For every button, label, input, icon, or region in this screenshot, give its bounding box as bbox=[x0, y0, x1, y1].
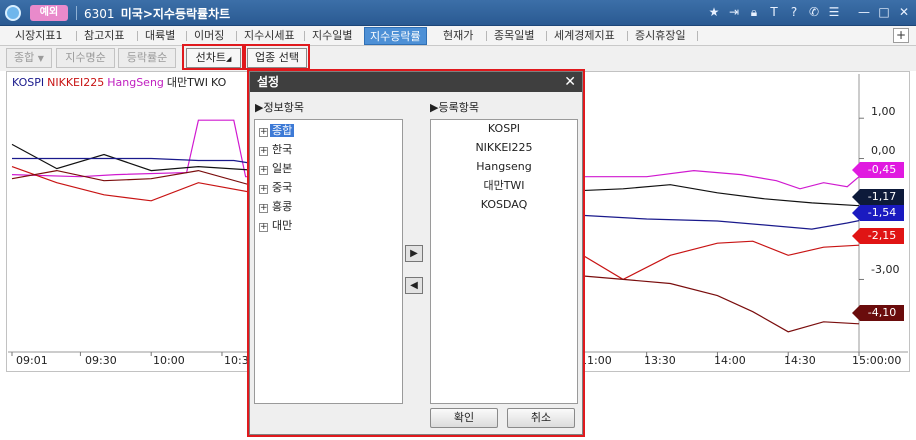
x-tick-label: 10:3 bbox=[224, 354, 249, 367]
expand-icon[interactable]: + bbox=[259, 204, 268, 213]
tree-item-korea[interactable]: + 한국 bbox=[259, 141, 294, 158]
last-value-tag-nikkei: -2,15 bbox=[852, 228, 904, 244]
x-tick-label: 15:00:00 bbox=[852, 354, 902, 367]
dialog-title: 설정 ✕ bbox=[250, 72, 582, 92]
legend-taiwan: 대만TWI bbox=[166, 76, 208, 89]
remove-item-button[interactable]: ◀ bbox=[405, 277, 423, 294]
tree-item-label: 홍콩 bbox=[272, 200, 293, 213]
last-value-tag-hangseng: -0,45 bbox=[852, 162, 904, 178]
expand-icon[interactable]: + bbox=[259, 128, 268, 137]
add-item-button[interactable]: ▶ bbox=[405, 245, 423, 262]
x-tick-label: 10:00 bbox=[153, 354, 185, 367]
registered-item[interactable]: 대만TWI bbox=[431, 177, 577, 194]
legend-nikkei225: NIKKEI225 bbox=[47, 76, 105, 89]
expand-icon[interactable]: + bbox=[259, 147, 268, 156]
settings-dialog: 설정 ✕ ▶정보항목 ▶등록항목 + 종합 + 한국 + 일본 + 중국 + 홍콩 + 대만… bbox=[249, 71, 583, 435]
registered-list-panel[interactable]: KOSPI NIKKEI225 Hangseng 대만TWI KOSDAQ bbox=[430, 119, 578, 404]
chart-legend: KOSPI NIKKEI225 HangSeng 대만TWI KO bbox=[12, 74, 229, 90]
tree-item-all[interactable]: + 종합 bbox=[259, 122, 295, 139]
x-tick-label: 13:30 bbox=[644, 354, 676, 367]
ok-button[interactable]: 확인 bbox=[430, 408, 498, 428]
x-tick-label: 09:30 bbox=[85, 354, 117, 367]
registered-item[interactable]: KOSDAQ bbox=[431, 196, 577, 213]
tree-item-japan[interactable]: + 일본 bbox=[259, 160, 294, 177]
info-items-label: ▶정보항목 bbox=[255, 101, 304, 114]
expand-icon[interactable]: + bbox=[259, 223, 268, 232]
tree-item-label: 일본 bbox=[272, 162, 293, 175]
registered-item[interactable]: Hangseng bbox=[431, 158, 577, 175]
last-value-tag-kospi: -1,54 bbox=[852, 205, 904, 221]
x-tick-label: 09:01 bbox=[16, 354, 48, 367]
legend-kosdaq: KO bbox=[211, 76, 227, 89]
last-value-tag-taiwan: -1,17 bbox=[852, 189, 904, 205]
y-tick-label: -3,00 bbox=[871, 263, 900, 276]
tree-item-label: 대만 bbox=[272, 219, 293, 232]
y-tick-label: 0,00 bbox=[871, 144, 896, 157]
tree-item-china[interactable]: + 중국 bbox=[259, 179, 294, 196]
expand-icon[interactable]: + bbox=[259, 166, 268, 175]
registered-item[interactable]: KOSPI bbox=[431, 120, 577, 137]
dialog-close-icon[interactable]: ✕ bbox=[564, 72, 576, 92]
x-tick-label: 14:30 bbox=[784, 354, 816, 367]
expand-icon[interactable]: + bbox=[259, 185, 268, 194]
tree-item-label: 종합 bbox=[270, 124, 295, 137]
dialog-title-text: 설정 bbox=[257, 75, 280, 89]
legend-kospi: KOSPI bbox=[12, 76, 45, 89]
cancel-button[interactable]: 취소 bbox=[507, 408, 575, 428]
registered-items-label: ▶등록항목 bbox=[430, 101, 479, 114]
tree-item-label: 중국 bbox=[272, 181, 293, 194]
x-tick-label: 14:00 bbox=[714, 354, 746, 367]
tree-item-taiwan[interactable]: + 대만 bbox=[259, 217, 294, 234]
tree-item-hongkong[interactable]: + 홍콩 bbox=[259, 198, 294, 215]
legend-hangseng: HangSeng bbox=[107, 76, 164, 89]
info-tree-panel[interactable]: + 종합 + 한국 + 일본 + 중국 + 홍콩 + 대만 bbox=[254, 119, 403, 404]
registered-item[interactable]: NIKKEI225 bbox=[431, 139, 577, 156]
y-tick-label: 1,00 bbox=[871, 105, 896, 118]
last-value-tag-kosdaq: -4,10 bbox=[852, 305, 904, 321]
tree-item-label: 한국 bbox=[272, 143, 293, 156]
